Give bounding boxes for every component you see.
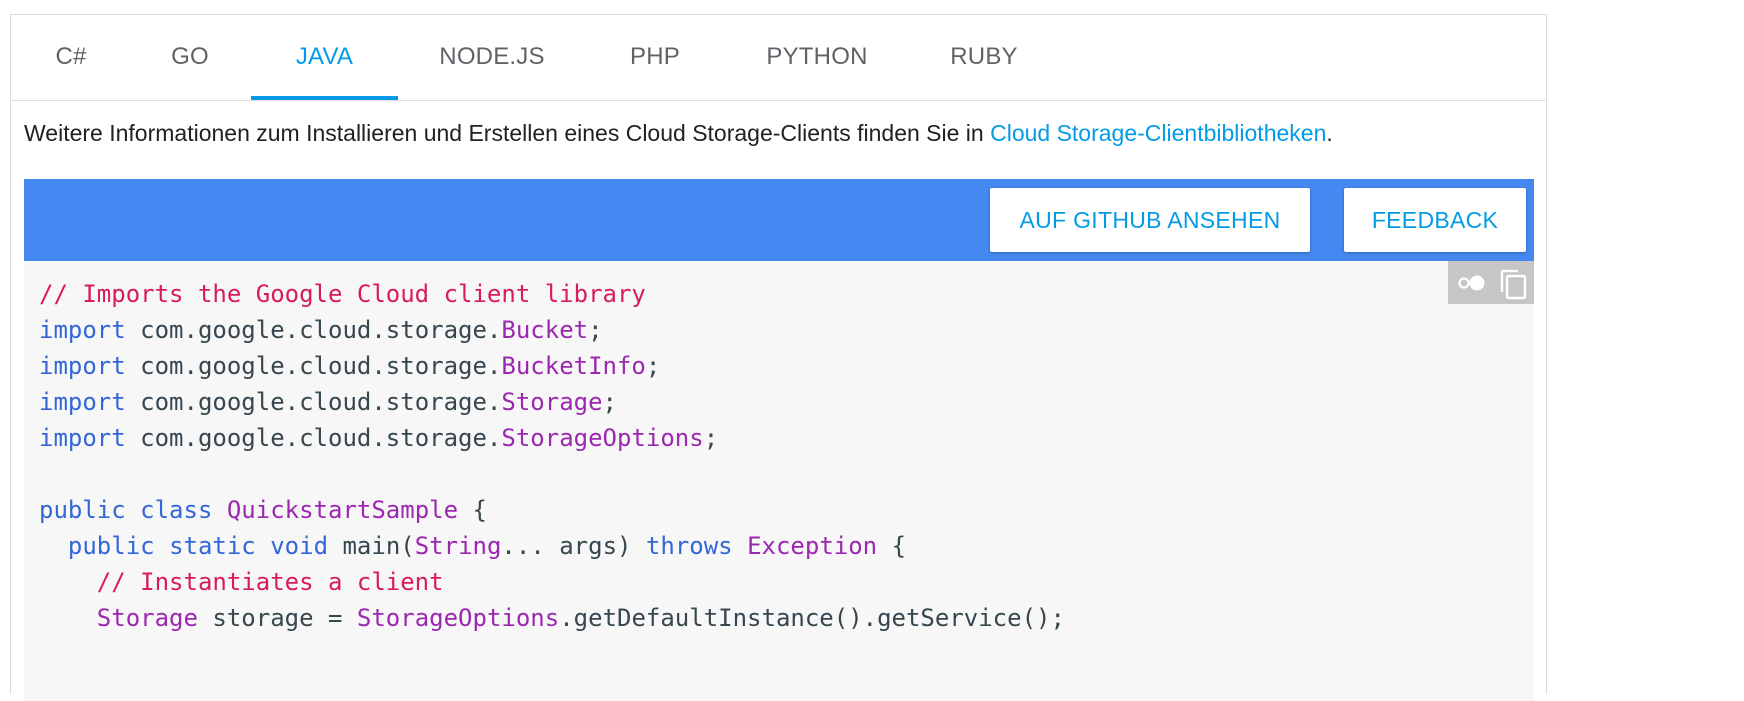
code-type: String [414,532,502,560]
code-keyword: public [67,532,155,560]
code-text: { [458,496,487,524]
copy-icon[interactable] [1494,261,1534,304]
code-text: com.google.cloud.storage. [125,388,502,416]
code-keyword: public [39,496,126,524]
code-comment: // Instantiates a client [96,568,444,596]
code-text: ... args) [501,532,646,560]
code-text: main( [328,532,415,560]
code-line: import com.google.cloud.storage.StorageO… [39,420,1065,456]
code-keyword: import [39,316,126,344]
code-keyword: import [39,424,126,452]
code-type: BucketInfo [501,352,646,380]
code-line: public static void main(String... args) … [39,528,1065,564]
code-text: ; [588,316,603,344]
code-keyword: import [39,388,126,416]
code-text: .getDefaultInstance().getService(); [559,604,1065,632]
code-line: Storage storage = StorageOptions.getDefa… [39,600,1065,636]
tab-java[interactable]: JAVA [251,15,398,100]
code-line: // Instantiates a client [39,564,1065,600]
intro-suffix: . [1326,120,1333,146]
code-text: { [877,532,907,560]
tab-csharp[interactable]: C# [11,15,131,100]
code-block: // Imports the Google Cloud client libra… [24,261,1534,701]
feedback-button[interactable]: FEEDBACK [1344,188,1526,252]
code-type: QuickstartSample [226,496,459,524]
intro-text: Weitere Informationen zum Installieren u… [24,116,1333,150]
code-text: ; [703,424,719,452]
code-type: Exception [747,532,878,560]
code-text: ; [602,388,617,416]
code-sample-card: C# GO JAVA NODE.JS PHP PYTHON RUBY Weite… [10,14,1547,701]
code-tools [1448,261,1534,304]
code-text: ; [645,352,661,380]
code-text: com.google.cloud.storage. [125,352,502,380]
code-line: import com.google.cloud.storage.BucketIn… [39,348,1065,384]
view-on-github-button[interactable]: AUF GITHUB ANSEHEN [990,188,1310,252]
code-type: StorageOptions [501,424,704,452]
code-type: StorageOptions [356,604,560,632]
tab-ruby[interactable]: RUBY [910,15,1058,100]
client-libraries-link[interactable]: Cloud Storage-Clientbibliotheken [990,120,1326,146]
code-keyword: throws [645,532,733,560]
language-tabs: C# GO JAVA NODE.JS PHP PYTHON RUBY [11,15,1546,101]
dark-theme-toggle-icon[interactable] [1452,261,1492,304]
code-type: Bucket [501,316,589,344]
code-comment: // Imports the Google Cloud client libra… [39,280,646,308]
code-keyword: static [169,532,256,560]
tab-php[interactable]: PHP [586,15,724,100]
code-text: com.google.cloud.storage. [125,316,502,344]
code-line: import com.google.cloud.storage.Bucket; [39,312,1065,348]
code-type: Storage [501,388,603,416]
code-line: // Imports the Google Cloud client libra… [39,276,1065,312]
code-type: Storage [96,604,198,632]
code-keyword: class [140,496,213,524]
tab-nodejs[interactable]: NODE.JS [408,15,576,100]
code-keyword: void [270,532,329,560]
code-text: storage = [197,604,357,632]
tab-go[interactable]: GO [131,15,249,100]
code-line: public class QuickstartSample { [39,492,1065,528]
code-line: import com.google.cloud.storage.Storage; [39,384,1065,420]
code-text: com.google.cloud.storage. [125,424,502,452]
code-toolbar: AUF GITHUB ANSEHEN FEEDBACK [24,179,1534,261]
code-keyword: import [39,352,126,380]
intro-sentence: Weitere Informationen zum Installieren u… [24,120,991,146]
code-content: // Imports the Google Cloud client libra… [39,276,1065,636]
tab-python[interactable]: PYTHON [734,15,900,100]
